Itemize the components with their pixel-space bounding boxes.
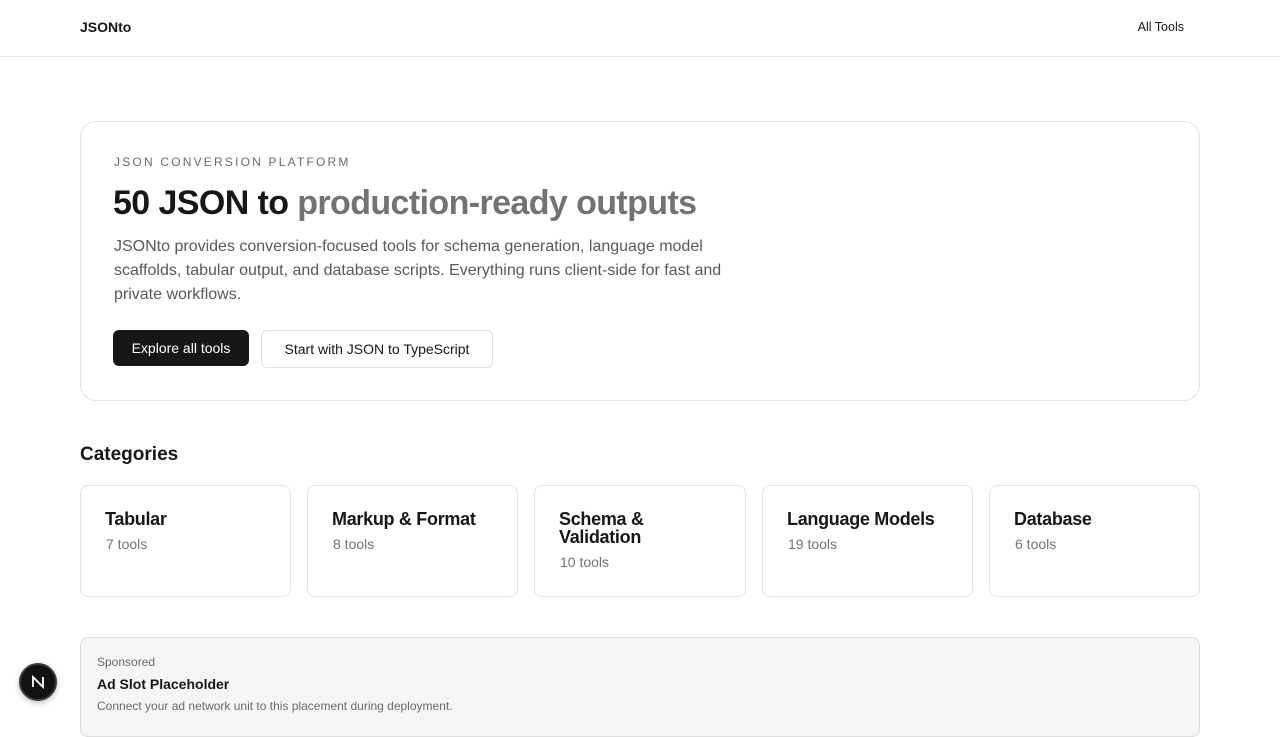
hero-title-strong: 50 JSON to bbox=[113, 184, 289, 222]
category-tool-count: 6 tools bbox=[1015, 536, 1057, 552]
nextjs-n-icon bbox=[32, 674, 44, 690]
sponsored-ad-slot: Sponsored Ad Slot Placeholder Connect yo… bbox=[80, 637, 1200, 737]
hero-title: 50 JSON to production-ready outputs bbox=[113, 184, 697, 223]
hero-title-muted: production-ready outputs bbox=[297, 184, 697, 222]
category-name: Database bbox=[1014, 509, 1092, 529]
category-card-tabular[interactable]: Tabular 7 tools bbox=[80, 485, 291, 597]
category-tool-count: 8 tools bbox=[333, 536, 375, 552]
category-card-schema-validation[interactable]: Schema & Validation 10 tools bbox=[534, 485, 746, 597]
category-tool-count: 10 tools bbox=[560, 554, 610, 570]
hero-eyebrow: JSON CONVERSION PLATFORM bbox=[114, 155, 351, 169]
category-name: Language Models bbox=[787, 509, 935, 529]
category-name: Tabular bbox=[105, 509, 167, 529]
category-name: Schema & Validation bbox=[559, 509, 644, 547]
categories-heading: Categories bbox=[80, 444, 179, 465]
category-name: Markup & Format bbox=[332, 509, 476, 529]
brand-logo-link[interactable]: JSONto bbox=[80, 19, 131, 35]
nav-all-tools-link[interactable]: All Tools bbox=[1138, 20, 1184, 34]
top-navigation-bar: JSONto All Tools bbox=[0, 0, 1280, 57]
category-tool-count: 7 tools bbox=[106, 536, 148, 552]
hero-description: JSONto provides conversion-focused tools… bbox=[114, 238, 722, 303]
nextjs-dev-indicator-button[interactable] bbox=[19, 663, 57, 701]
hero-card: JSON CONVERSION PLATFORM 50 JSON to prod… bbox=[80, 121, 1200, 401]
explore-all-tools-button[interactable]: Explore all tools bbox=[113, 330, 249, 366]
category-card-database[interactable]: Database 6 tools bbox=[989, 485, 1200, 597]
ad-sponsored-label: Sponsored bbox=[97, 655, 156, 669]
start-json-to-typescript-button[interactable]: Start with JSON to TypeScript bbox=[261, 330, 493, 368]
category-card-markup-format[interactable]: Markup & Format 8 tools bbox=[307, 485, 518, 597]
category-card-language-models[interactable]: Language Models 19 tools bbox=[762, 485, 973, 597]
ad-description: Connect your ad network unit to this pla… bbox=[97, 699, 453, 713]
category-tool-count: 19 tools bbox=[788, 536, 838, 552]
ad-title: Ad Slot Placeholder bbox=[97, 676, 230, 692]
